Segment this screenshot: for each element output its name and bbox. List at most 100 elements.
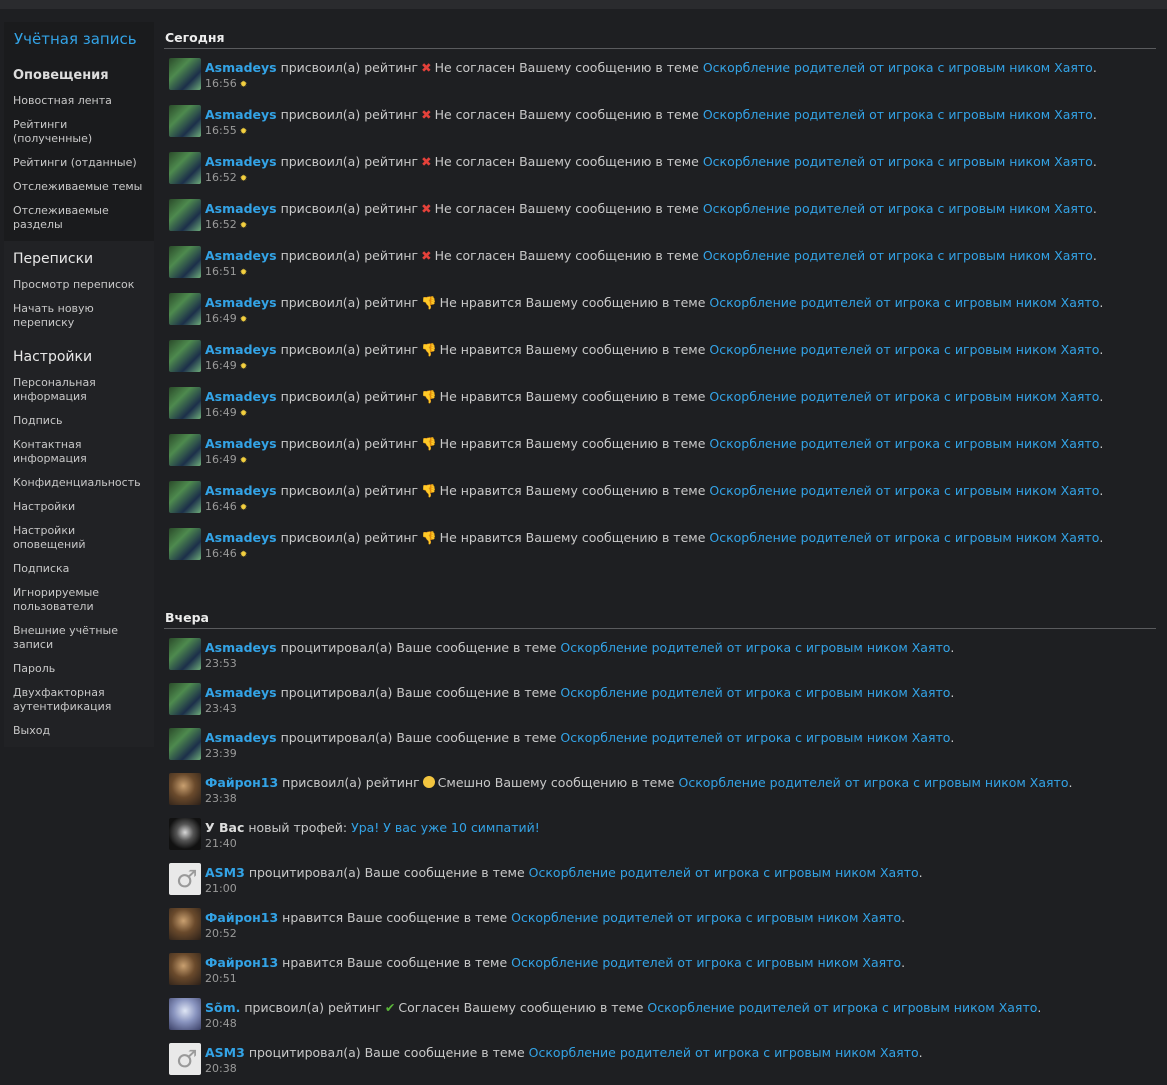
thread-link[interactable]: Оскорбление родителей от игрока с игровы…	[709, 389, 1099, 404]
avatar[interactable]	[169, 528, 201, 560]
timestamp[interactable]: 16:52	[205, 171, 237, 184]
username-link[interactable]: Файрон13	[205, 775, 278, 790]
thread-link[interactable]: Оскорбление родителей от игрока с игровы…	[511, 955, 901, 970]
thread-link[interactable]: Оскорбление родителей от игрока с игровы…	[529, 865, 919, 880]
avatar[interactable]	[169, 387, 201, 419]
username-link[interactable]: Asmadeys	[205, 295, 277, 310]
sidebar-item[interactable]: Настройки оповещений	[4, 519, 154, 557]
thread-link[interactable]: Оскорбление родителей от игрока с игровы…	[703, 248, 1093, 263]
avatar[interactable]	[169, 863, 201, 895]
sidebar-item[interactable]: Настройки	[4, 495, 154, 519]
thread-link[interactable]: Оскорбление родителей от игрока с игровы…	[709, 483, 1099, 498]
thread-link[interactable]: Оскорбление родителей от игрока с игровы…	[709, 342, 1099, 357]
username-link[interactable]: Asmadeys	[205, 154, 277, 169]
timestamp[interactable]: 16:49	[205, 453, 237, 466]
username-link[interactable]: Asmadeys	[205, 60, 277, 75]
timestamp[interactable]: 16:49	[205, 359, 237, 372]
sidebar-item[interactable]: Просмотр переписок	[4, 273, 154, 297]
sidebar-item[interactable]: Внешние учётные записи	[4, 619, 154, 657]
username-link[interactable]: Asmadeys	[205, 685, 277, 700]
sidebar-item[interactable]: Отслеживаемые темы	[4, 175, 154, 199]
timestamp[interactable]: 23:43	[205, 702, 237, 715]
username-link[interactable]: ASM3	[205, 1045, 245, 1060]
sidebar-item[interactable]: Подписка	[4, 557, 154, 581]
thread-link[interactable]: Оскорбление родителей от игрока с игровы…	[560, 730, 950, 745]
avatar[interactable]	[169, 246, 201, 278]
sidebar-item[interactable]: Двухфакторная аутентификация	[4, 681, 154, 719]
avatar[interactable]	[169, 293, 201, 325]
username-link[interactable]: Asmadeys	[205, 389, 277, 404]
sidebar-item[interactable]: Контактная информация	[4, 433, 154, 471]
avatar[interactable]	[169, 152, 201, 184]
sidebar-item[interactable]: Пароль	[4, 657, 154, 681]
thread-link[interactable]: Оскорбление родителей от игрока с игровы…	[678, 775, 1068, 790]
timestamp[interactable]: 20:38	[205, 1062, 237, 1075]
sidebar-item[interactable]: Новостная лента	[4, 89, 154, 113]
username-link[interactable]: Файрон13	[205, 910, 278, 925]
timestamp[interactable]: 16:46	[205, 547, 237, 560]
thread-link[interactable]: Оскорбление родителей от игрока с игровы…	[709, 295, 1099, 310]
thread-link[interactable]: Оскорбление родителей от игрока с игровы…	[703, 154, 1093, 169]
username-link[interactable]: Asmadeys	[205, 530, 277, 545]
timestamp[interactable]: 16:46	[205, 500, 237, 513]
sidebar-item[interactable]: Персональная информация	[4, 371, 154, 409]
timestamp[interactable]: 20:48	[205, 1017, 237, 1030]
username-link[interactable]: Файрон13	[205, 955, 278, 970]
timestamp[interactable]: 16:49	[205, 312, 237, 325]
sidebar-item[interactable]: Отслеживаемые разделы	[4, 199, 154, 237]
username-link[interactable]: Asmadeys	[205, 640, 277, 655]
timestamp[interactable]: 16:51	[205, 265, 237, 278]
sidebar-item[interactable]: Подпись	[4, 409, 154, 433]
avatar[interactable]	[169, 1043, 201, 1075]
timestamp[interactable]: 20:52	[205, 927, 237, 940]
sidebar-title[interactable]: Учётная запись	[4, 22, 154, 58]
username-link[interactable]: Asmadeys	[205, 483, 277, 498]
avatar[interactable]	[169, 58, 201, 90]
avatar[interactable]	[169, 773, 201, 805]
sidebar-item[interactable]: Рейтинги (отданные)	[4, 151, 154, 175]
username-link[interactable]: Asmadeys	[205, 201, 277, 216]
thread-link[interactable]: Оскорбление родителей от игрока с игровы…	[511, 910, 901, 925]
thread-link[interactable]: Оскорбление родителей от игрока с игровы…	[529, 1045, 919, 1060]
avatar[interactable]	[169, 728, 201, 760]
username-link[interactable]: Asmadeys	[205, 248, 277, 263]
timestamp[interactable]: 23:53	[205, 657, 237, 670]
avatar[interactable]	[169, 818, 201, 850]
username-link[interactable]: Asmadeys	[205, 107, 277, 122]
thread-link[interactable]: Оскорбление родителей от игрока с игровы…	[709, 436, 1099, 451]
timestamp[interactable]: 23:39	[205, 747, 237, 760]
avatar[interactable]	[169, 953, 201, 985]
timestamp[interactable]: 16:52	[205, 218, 237, 231]
timestamp[interactable]: 16:49	[205, 406, 237, 419]
thread-link[interactable]: Оскорбление родителей от игрока с игровы…	[703, 60, 1093, 75]
timestamp[interactable]: 16:55	[205, 124, 237, 137]
thread-link[interactable]: Оскорбление родителей от игрока с игровы…	[560, 640, 950, 655]
avatar[interactable]	[169, 434, 201, 466]
avatar[interactable]	[169, 638, 201, 670]
timestamp[interactable]: 21:40	[205, 837, 237, 850]
avatar[interactable]	[169, 481, 201, 513]
username-link[interactable]: Asmadeys	[205, 342, 277, 357]
sidebar-item[interactable]: Игнорируемые пользователи	[4, 581, 154, 619]
avatar[interactable]	[169, 105, 201, 137]
avatar[interactable]	[169, 340, 201, 372]
sidebar-item[interactable]: Конфиденциальность	[4, 471, 154, 495]
sidebar-item[interactable]: Выход	[4, 719, 154, 743]
thread-link[interactable]: Оскорбление родителей от игрока с игровы…	[560, 685, 950, 700]
thread-link[interactable]: Оскорбление родителей от игрока с игровы…	[703, 107, 1093, 122]
timestamp[interactable]: 23:38	[205, 792, 237, 805]
sidebar-item[interactable]: Рейтинги (полученные)	[4, 113, 154, 151]
username-link[interactable]: ASM3	[205, 865, 245, 880]
avatar[interactable]	[169, 998, 201, 1030]
timestamp[interactable]: 16:56	[205, 77, 237, 90]
avatar[interactable]	[169, 199, 201, 231]
thread-link[interactable]: Оскорбление родителей от игрока с игровы…	[709, 530, 1099, 545]
username-link[interactable]: Asmadeys	[205, 730, 277, 745]
timestamp[interactable]: 21:00	[205, 882, 237, 895]
thread-link[interactable]: Оскорбление родителей от игрока с игровы…	[647, 1000, 1037, 1015]
thread-link[interactable]: Оскорбление родителей от игрока с игровы…	[703, 201, 1093, 216]
sidebar-item[interactable]: Начать новую переписку	[4, 297, 154, 335]
username-link[interactable]: Asmadeys	[205, 436, 277, 451]
avatar[interactable]	[169, 683, 201, 715]
username-link[interactable]: Sõm.	[205, 1000, 240, 1015]
